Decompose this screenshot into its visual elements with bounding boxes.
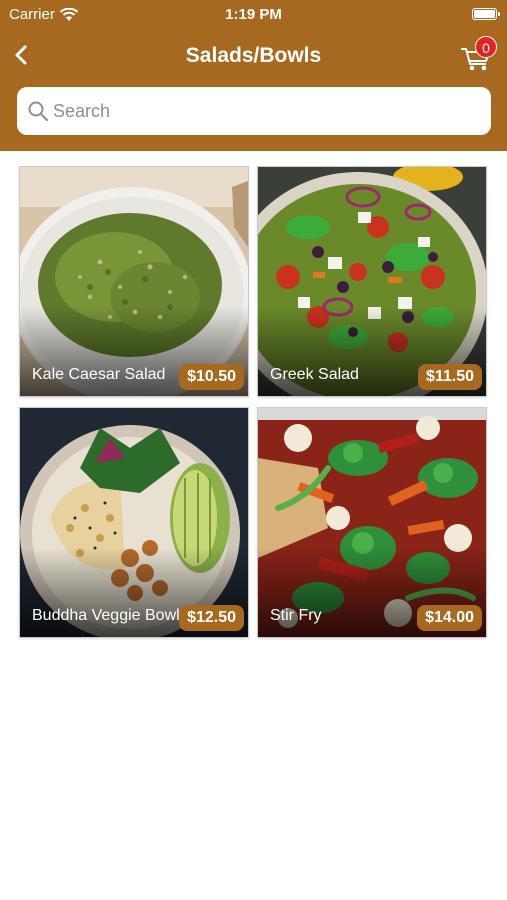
menu-item-card[interactable]: Stir Fry $14.00 xyxy=(258,408,486,637)
menu-item-card[interactable]: Kale Caesar Salad $10.50 xyxy=(20,167,248,396)
item-name: Kale Caesar Salad xyxy=(32,366,166,383)
item-name: Buddha Veggie Bowl xyxy=(32,607,180,624)
price-badge: $14.00 xyxy=(417,605,482,631)
price-badge: $12.50 xyxy=(179,605,244,631)
price-badge: $10.50 xyxy=(179,364,244,390)
price-badge: $11.50 xyxy=(417,364,482,390)
item-name: Stir Fry xyxy=(270,607,322,624)
menu-grid: Kale Caesar Salad $10.50 Greek Salad $11… xyxy=(0,0,507,900)
menu-item-card[interactable]: Greek Salad $11.50 xyxy=(258,167,486,396)
item-name: Greek Salad xyxy=(270,366,359,383)
menu-item-card[interactable]: Buddha Veggie Bowl $12.50 xyxy=(20,408,248,637)
